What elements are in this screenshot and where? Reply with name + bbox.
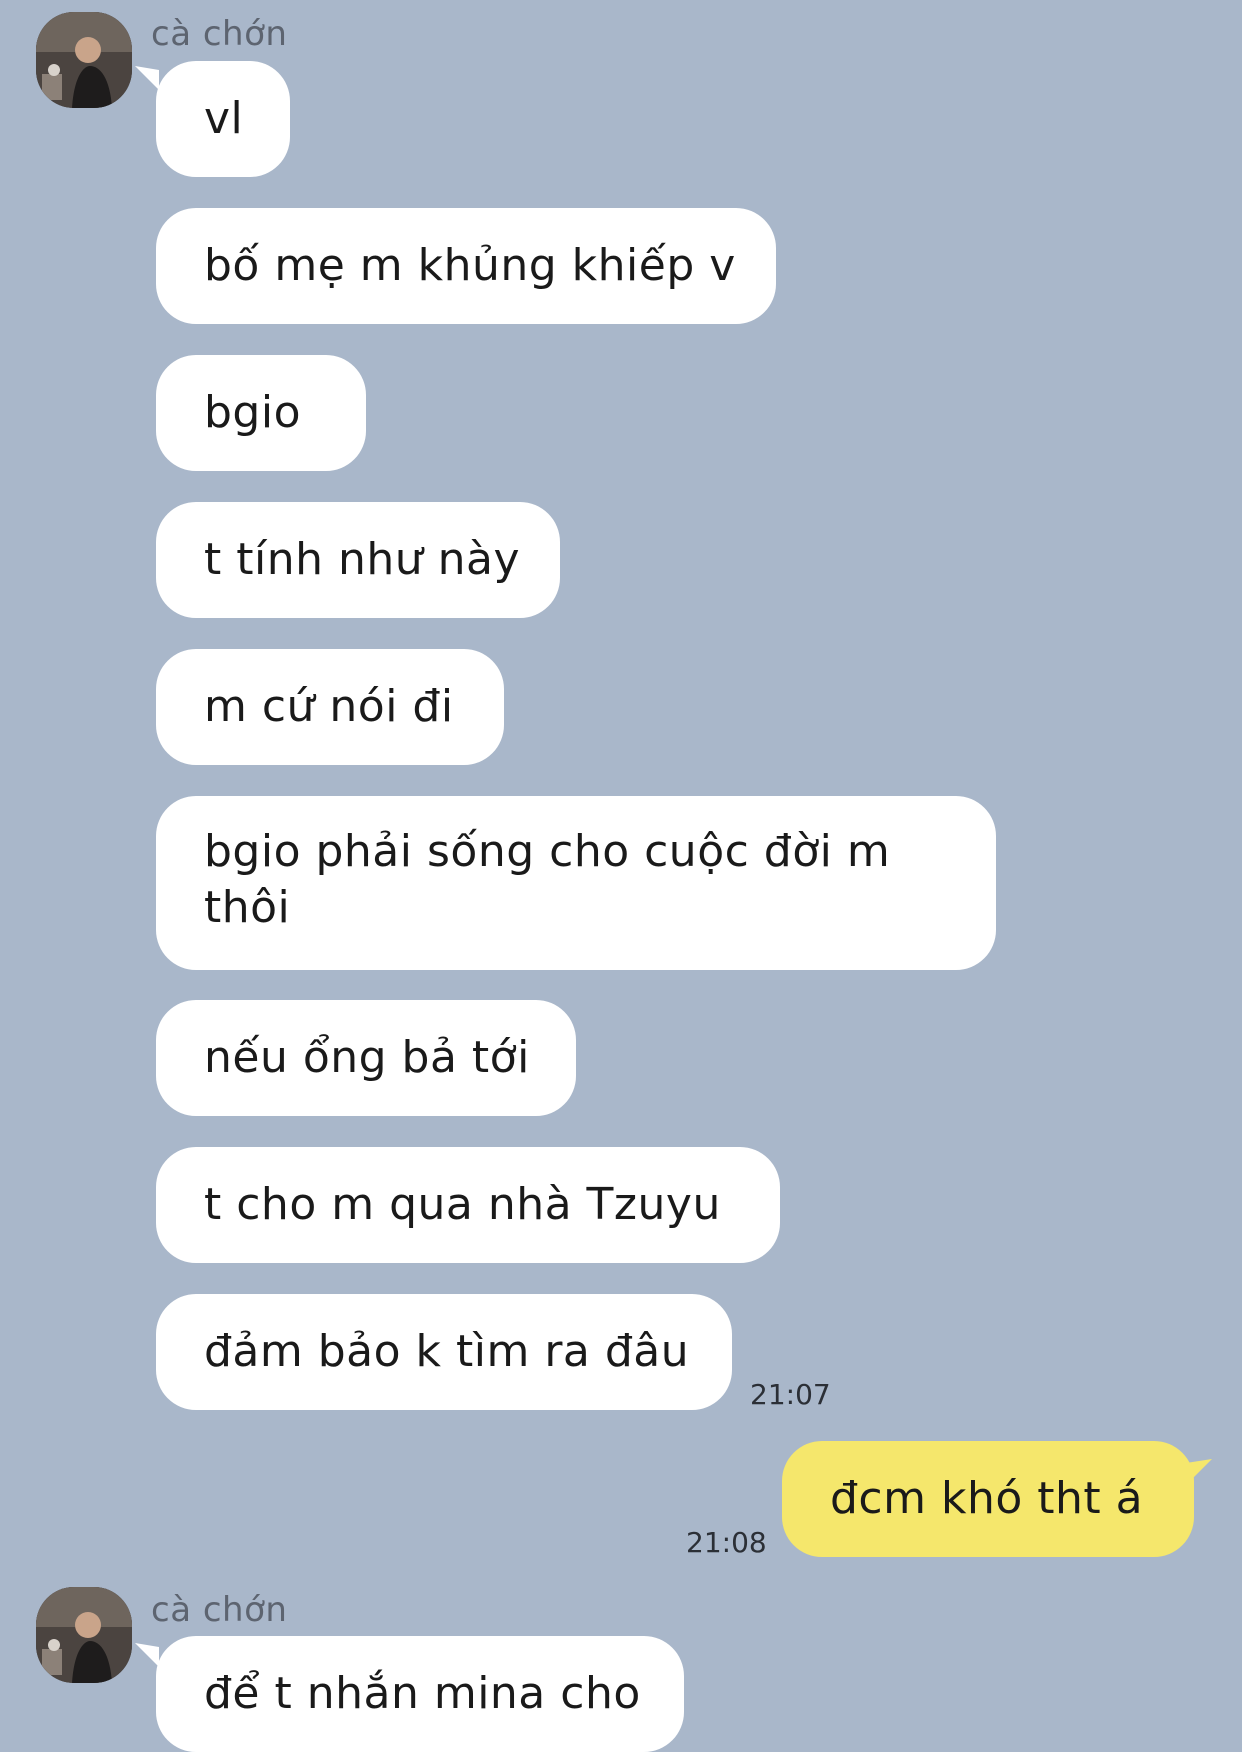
- message-bubble[interactable]: vl: [156, 61, 290, 177]
- message-text: đcm khó tht á: [830, 1473, 1144, 1524]
- message-bubble[interactable]: bố mẹ m khủng khiếp v: [156, 208, 776, 324]
- bubble-tail: [135, 1643, 159, 1667]
- bubble-tail: [135, 66, 159, 90]
- message-bubble[interactable]: t cho m qua nhà Tzuyu: [156, 1147, 780, 1263]
- contact-avatar[interactable]: [36, 12, 132, 108]
- contact-avatar[interactable]: [36, 1587, 132, 1683]
- message-bubble[interactable]: bgio: [156, 355, 366, 471]
- chat-thread: cà chớn vl bố mẹ m khủng khiếp v bgio t …: [0, 0, 1242, 1752]
- message-text: t tính như này: [204, 534, 521, 585]
- message-bubble[interactable]: nếu ổng bả tới: [156, 1000, 576, 1116]
- bubble-tail: [1186, 1459, 1212, 1485]
- message-bubble[interactable]: để t nhắn mina cho: [156, 1636, 684, 1752]
- message-text: để t nhắn mina cho: [204, 1668, 641, 1719]
- message-timestamp: 21:08: [686, 1526, 767, 1559]
- message-bubble[interactable]: m cứ nói đi: [156, 649, 504, 765]
- sender-name: cà chớn: [151, 14, 288, 54]
- message-bubble-outgoing[interactable]: đcm khó tht á: [782, 1441, 1194, 1557]
- message-text: t cho m qua nhà Tzuyu: [204, 1179, 721, 1230]
- message-timestamp: 21:07: [750, 1378, 831, 1411]
- message-text: bố mẹ m khủng khiếp v: [204, 240, 736, 291]
- message-text: vl: [204, 93, 244, 144]
- message-text: đảm bảo k tìm ra đâu: [204, 1326, 690, 1377]
- message-text: m cứ nói đi: [204, 681, 454, 732]
- message-text: bgio phải sống cho cuộc đời m thôi: [204, 826, 891, 933]
- message-bubble[interactable]: t tính như này: [156, 502, 560, 618]
- message-bubble[interactable]: đảm bảo k tìm ra đâu: [156, 1294, 732, 1410]
- message-text: bgio: [204, 387, 302, 438]
- message-text: nếu ổng bả tới: [204, 1032, 530, 1083]
- message-bubble[interactable]: bgio phải sống cho cuộc đời m thôi: [156, 796, 996, 970]
- sender-name: cà chớn: [151, 1590, 288, 1630]
